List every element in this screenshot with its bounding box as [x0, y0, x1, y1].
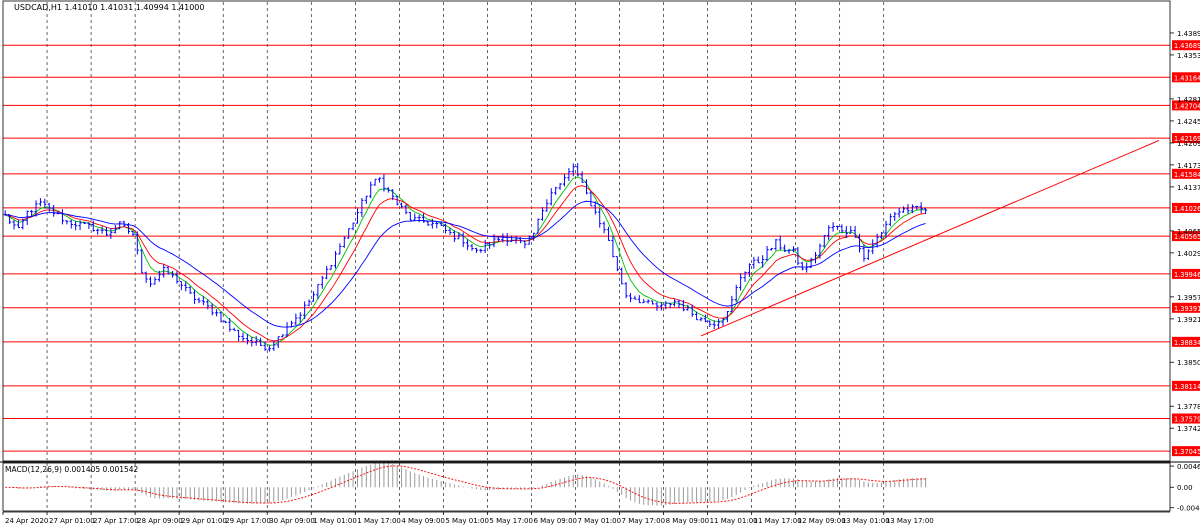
x-tick-label: 8 May 09:00 [666, 517, 710, 525]
level-label: 1.41026 [1174, 205, 1200, 213]
macd-header: MACD(12,26,9) 0.001405 0.001542 [5, 465, 139, 474]
macd-y-tick-label: 0.00 [1177, 484, 1193, 492]
x-tick-label: 6 May 09:00 [533, 517, 577, 525]
y-tick-label: 1.43890 [1177, 30, 1200, 38]
x-tick-label: 13 May 01:00 [842, 517, 890, 525]
y-tick-label: 1.41730 [1177, 162, 1200, 170]
y-tick-label: 1.37780 [1177, 403, 1200, 411]
x-tick-label: 27 Apr 01:00 [49, 517, 95, 525]
chart-root: 1.43689 1.43164 1.42704 1.42169 1.41584 1.410… [0, 0, 1200, 527]
x-tick-label: 1 May 01:00 [313, 517, 357, 525]
x-tick-label: 11 May 01:00 [710, 517, 758, 525]
y-tick-label: 1.42810 [1177, 96, 1200, 104]
x-tick-label: 7 May 17:00 [622, 517, 666, 525]
x-tick-label: 24 Apr 2020 [5, 517, 48, 525]
level-label: 1.41584 [1174, 171, 1200, 179]
price-chart[interactable]: 1.436891.431641.427041.421691.415841.410… [0, 0, 1200, 527]
x-tick-label: 30 Apr 09:00 [269, 517, 315, 525]
y-tick-label: 1.41370 [1177, 184, 1200, 192]
x-tick-label: 11 May 17:00 [754, 517, 802, 525]
x-tick-label: 4 May 09:00 [401, 517, 445, 525]
level-label: 1.37045 [1174, 448, 1200, 456]
symbol-header: USDCAD,H1 1.41010 1.41031 1.40994 1.4100… [14, 3, 205, 12]
macd-y-tick-label: 0.00463 [1177, 463, 1200, 471]
y-tick-label: 1.42450 [1177, 118, 1200, 126]
x-tick-label: 29 Apr 17:00 [225, 517, 271, 525]
y-tick-label: 1.39210 [1177, 316, 1200, 324]
x-tick-label: 13 May 17:00 [886, 517, 934, 525]
y-tick-label: 1.43530 [1177, 52, 1200, 60]
level-label: 1.39946 [1174, 271, 1200, 279]
x-tick-label: 1 May 17:00 [357, 517, 401, 525]
x-tick-label: 5 May 01:00 [445, 517, 489, 525]
level-label: 1.38114 [1174, 383, 1200, 391]
x-tick-label: 29 Apr 01:00 [181, 517, 227, 525]
level-label: 1.43689 [1174, 42, 1200, 50]
x-tick-label: 7 May 01:00 [577, 517, 621, 525]
y-tick-label: 1.40290 [1177, 250, 1200, 258]
x-tick-label: 5 May 17:00 [489, 517, 533, 525]
y-tick-label: 1.37420 [1177, 425, 1200, 433]
level-label: 1.37579 [1174, 416, 1200, 424]
y-tick-label: 1.40650 [1177, 228, 1200, 236]
y-tick-label: 1.42090 [1177, 140, 1200, 148]
y-tick-label: 1.38500 [1177, 359, 1200, 367]
x-tick-label: 28 Apr 09:00 [137, 517, 183, 525]
chart-background [0, 0, 1200, 527]
x-tick-label: 12 May 09:00 [798, 517, 846, 525]
y-tick-label: 1.39570 [1177, 294, 1200, 302]
level-label: 1.38834 [1174, 339, 1200, 347]
macd-y-tick-label: -0.00448 [1177, 505, 1200, 513]
level-label: 1.39391 [1174, 305, 1200, 313]
level-label: 1.43164 [1174, 74, 1200, 82]
x-tick-label: 27 Apr 17:00 [93, 517, 139, 525]
